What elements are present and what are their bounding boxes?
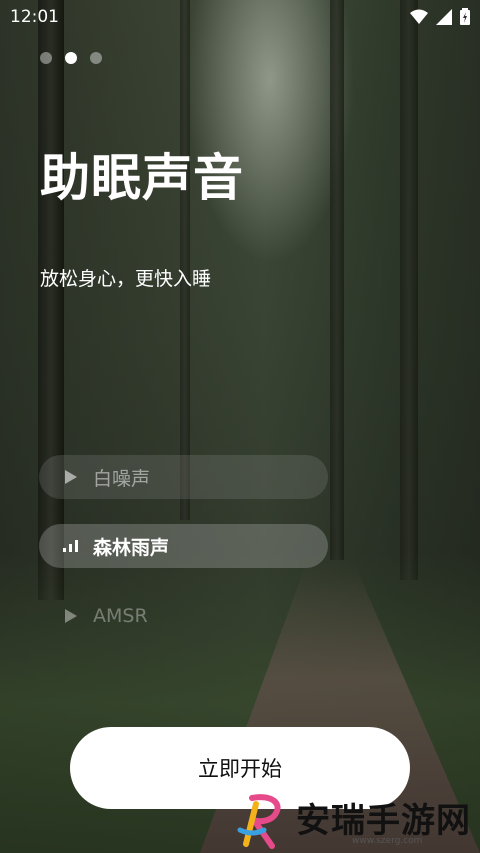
page-title: 助眠声音 bbox=[40, 149, 244, 207]
status-bar: 12:01 bbox=[0, 0, 480, 34]
tree-trunk bbox=[38, 0, 64, 600]
sound-option-forest-rain[interactable]: 森林雨声 bbox=[39, 524, 328, 568]
watermark: 安瑞手游网 www.szerg.com bbox=[232, 788, 480, 853]
watermark-url: www.szerg.com bbox=[352, 836, 423, 846]
sound-option-label: 白噪声 bbox=[93, 467, 151, 490]
play-icon bbox=[63, 469, 79, 485]
watermark-text: 安瑞手游网 bbox=[296, 800, 471, 841]
signal-icon bbox=[436, 8, 452, 25]
page-dot-active[interactable] bbox=[65, 52, 77, 64]
battery-icon bbox=[460, 8, 470, 25]
status-icons bbox=[410, 8, 470, 25]
sound-option-white-noise[interactable]: 白噪声 bbox=[39, 455, 328, 499]
sound-option-amsr[interactable]: AMSR bbox=[39, 594, 328, 638]
equalizer-icon bbox=[63, 538, 79, 554]
status-time: 12:01 bbox=[10, 7, 59, 27]
page-subtitle: 放松身心，更快入睡 bbox=[40, 268, 212, 290]
sound-option-label: 森林雨声 bbox=[93, 536, 170, 559]
tree-trunk bbox=[400, 0, 418, 580]
tree-trunk bbox=[330, 0, 344, 560]
watermark-logo-icon bbox=[237, 793, 281, 849]
sound-option-label: AMSR bbox=[93, 605, 148, 627]
page-dot[interactable] bbox=[90, 52, 102, 64]
page-indicator bbox=[40, 52, 102, 64]
page-dot[interactable] bbox=[40, 52, 52, 64]
tree-trunk bbox=[180, 0, 190, 520]
wifi-icon bbox=[410, 9, 428, 24]
play-icon bbox=[63, 608, 79, 624]
